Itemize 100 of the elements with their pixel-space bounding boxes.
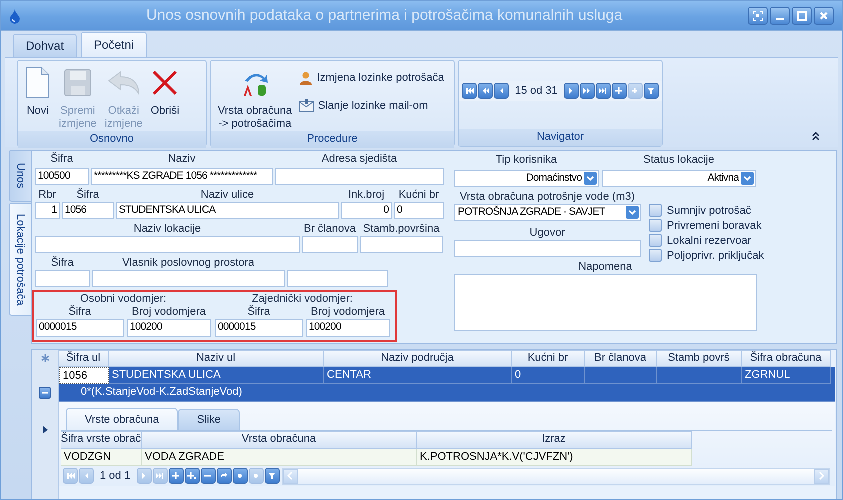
asterisk-icon: [40, 354, 50, 363]
field-label: Naziv: [167, 152, 197, 167]
record-position: 15 od 31: [514, 85, 559, 97]
input-field[interactable]: 0: [341, 202, 392, 219]
plus-icon: [630, 86, 640, 96]
input-field[interactable]: *********KS ZGRADE 1056 *************: [91, 168, 273, 185]
remove-button[interactable]: [200, 468, 216, 484]
input-field[interactable]: 0000015: [215, 319, 303, 337]
detail-tab[interactable]: Vrste obračuna: [66, 408, 178, 430]
minimize-button[interactable]: [770, 6, 790, 24]
plus-icon: [171, 471, 182, 481]
add-child-button[interactable]: [184, 468, 200, 484]
table-cell: K.POTROSNJA*K.V('CJVFZN'): [417, 449, 692, 466]
checkbox[interactable]: Privremeni boravak: [649, 219, 764, 232]
side-tab[interactable]: Lokacije potrošača: [9, 202, 31, 316]
next-page-button[interactable]: [580, 83, 595, 99]
checkbox[interactable]: Poljoprivr. priključak: [649, 249, 764, 262]
column-header[interactable]: Šifra vrste obrač: [61, 431, 142, 449]
input-field[interactable]: [302, 236, 358, 253]
input-field[interactable]: 100200: [127, 319, 211, 337]
side-tab[interactable]: Unos: [9, 150, 31, 202]
field-label: Stamb.površina: [362, 222, 441, 236]
save-button[interactable]: [232, 468, 248, 484]
ribbon-tab[interactable]: Početni: [81, 32, 148, 57]
ribbon-tab[interactable]: Dohvat: [13, 34, 78, 57]
new-button[interactable]: Novi: [21, 65, 55, 118]
table-cell: VODZGN: [61, 449, 142, 466]
input-field[interactable]: 100200: [306, 319, 390, 337]
column-header[interactable]: Šifra ul: [59, 350, 109, 367]
column-header[interactable]: Šifra obračuna: [742, 350, 831, 367]
window-title: Unos osnovnih podataka o partnerima i potrošačima komunalnih usluga: [145, 7, 624, 24]
column-header[interactable]: Kućni br: [512, 350, 585, 367]
field-label: Br članova: [303, 222, 357, 236]
field-label: Šifra: [50, 152, 74, 167]
curved-arrow-icon: [106, 70, 141, 96]
field-label: Napomena: [578, 260, 634, 274]
send-password-button[interactable]: Slanje lozinke mail-om: [296, 97, 448, 114]
column-header[interactable]: Naziv ul: [109, 350, 324, 367]
column-header[interactable]: Vrsta obračuna: [142, 431, 417, 449]
right-chevron-icon: [818, 472, 824, 480]
chevron-down-icon: [626, 206, 639, 219]
row-preview: 0*(K.StanjeVod-K.ZadStanjeVod): [59, 384, 835, 402]
collapse-row-button[interactable]: [39, 386, 51, 398]
dropdown-field[interactable]: Domaćinstvo: [454, 170, 599, 187]
first-record-button[interactable]: [462, 83, 478, 99]
last-record-button[interactable]: [596, 83, 611, 99]
field-label: Kućni br: [398, 188, 440, 202]
group-caption: Navigator: [459, 129, 662, 146]
input-field[interactable]: 0000015: [36, 319, 124, 337]
checkbox[interactable]: Lokalni rezervoar: [649, 234, 764, 247]
filter-button[interactable]: [264, 468, 280, 484]
filter-button[interactable]: [644, 83, 659, 99]
close-button[interactable]: [814, 6, 834, 24]
previous-page-button[interactable]: [478, 83, 494, 99]
field-label: Adresa sjedišta: [320, 152, 398, 167]
edit-button[interactable]: [216, 468, 232, 484]
checkbox[interactable]: Sumnjiv potrošač: [649, 204, 764, 217]
plus-icon: [187, 471, 198, 481]
input-field[interactable]: 100500: [35, 168, 89, 185]
input-field[interactable]: [92, 270, 285, 287]
delete-button[interactable]: Obriši: [146, 65, 184, 118]
dropdown-field[interactable]: Aktivna: [602, 170, 756, 187]
input-field[interactable]: [35, 236, 300, 253]
chevron-down-icon: [741, 172, 754, 185]
column-header[interactable]: Izraz: [417, 431, 692, 449]
field-label: Šifra: [76, 188, 100, 202]
next-record-button[interactable]: [564, 83, 579, 99]
column-header[interactable]: Stamb površ: [657, 350, 742, 367]
table-row[interactable]: 1056 STUDENTSKA ULICA CENTAR 0 ZGRNUL: [59, 367, 835, 384]
field-label: Tip korisnika: [494, 153, 558, 168]
field-label: Broj vodomjera: [131, 306, 207, 319]
cross-icon: [151, 69, 180, 97]
input-field[interactable]: [454, 240, 641, 257]
input-field[interactable]: 1056: [62, 202, 114, 219]
plus-icon: [614, 86, 624, 96]
detail-tab[interactable]: Slike: [178, 409, 240, 430]
input-field[interactable]: STUDENTSKA ULICA: [116, 202, 339, 219]
double-right-icon: [582, 86, 592, 96]
field-label: Ugovor: [528, 226, 566, 240]
input-field[interactable]: 1: [35, 202, 60, 219]
previous-record-button[interactable]: [494, 83, 510, 99]
input-field[interactable]: [275, 168, 444, 185]
add-button[interactable]: [612, 83, 627, 99]
group-caption: Procedure: [211, 131, 454, 148]
field-label: Vrsta obračuna potrošnje vode (m3): [458, 190, 636, 204]
change-password-button[interactable]: Izmjena lozinke potrošača: [296, 69, 448, 87]
input-field[interactable]: [287, 270, 388, 287]
double-left-icon: [480, 86, 491, 96]
column-header[interactable]: Naziv područja: [324, 350, 512, 367]
collapse-icon[interactable]: [812, 132, 820, 141]
assign-billing-button[interactable]: Vrsta obračuna -> potrošačima: [214, 65, 296, 131]
add-button[interactable]: [168, 468, 184, 484]
input-field[interactable]: [360, 236, 443, 253]
dropdown-field[interactable]: POTROŠNJA ZGRADE - SAVJET: [454, 204, 641, 221]
maximize-button[interactable]: [792, 6, 812, 24]
column-header[interactable]: Br članova: [585, 350, 657, 367]
input-field[interactable]: [35, 270, 90, 287]
group-title: Osobni vodomjer:: [79, 293, 168, 305]
input-field[interactable]: 0: [394, 202, 444, 219]
fit-screen-button[interactable]: [748, 6, 768, 24]
